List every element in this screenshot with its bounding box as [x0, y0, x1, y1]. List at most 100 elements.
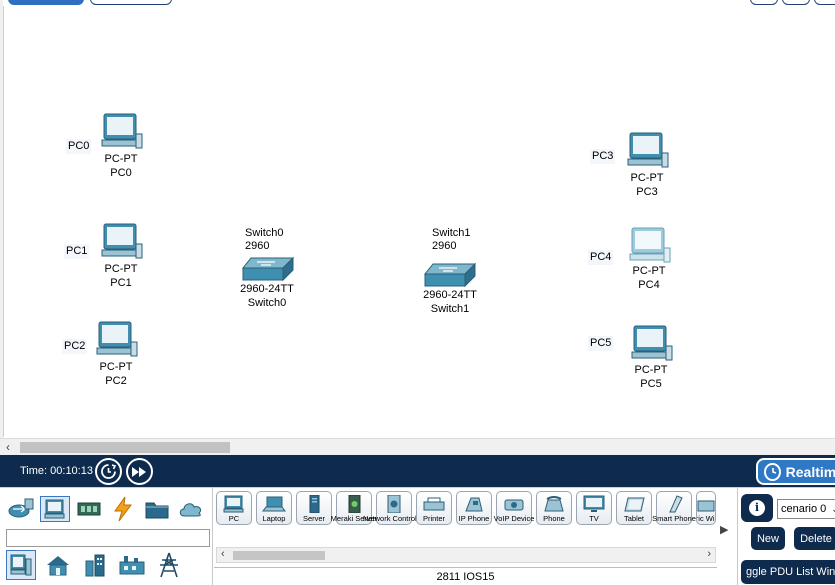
device-pc[interactable]: PC: [216, 491, 252, 525]
clock-icon: [764, 462, 781, 481]
realtime-label: Realtime: [785, 463, 835, 480]
toolbar-button-c[interactable]: [814, 0, 835, 5]
category-network-devices[interactable]: [6, 496, 36, 522]
scroll-left-arrow-icon[interactable]: ‹: [6, 440, 10, 454]
switch0-tag-line1: Switch0: [245, 227, 284, 239]
smart-phone-icon: [669, 495, 683, 513]
pc1-tag: PC1: [64, 244, 90, 259]
device-network-controller[interactable]: Network Controller: [363, 491, 425, 525]
building-icon: [85, 554, 105, 577]
delete-scenario-button[interactable]: Delete: [794, 527, 835, 550]
device-phone[interactable]: Phone: [536, 491, 572, 525]
pc3-icon[interactable]: [626, 131, 670, 171]
pc5-caption: PC-PT PC5: [616, 363, 686, 391]
generic-wireless-icon: [697, 500, 715, 512]
device-scroll-left-icon[interactable]: ‹: [221, 548, 225, 560]
pc0-icon[interactable]: [100, 112, 144, 152]
physical-view-tab[interactable]: [90, 0, 172, 5]
printer-icon: [423, 497, 445, 511]
pc2-name: PC2: [105, 375, 127, 387]
device-laptop-label: Laptop: [262, 514, 286, 523]
switch0-tag: Switch0 2960: [243, 226, 286, 254]
pc4-tag: PC4: [588, 250, 614, 265]
end-devices-icon: [44, 499, 65, 519]
power-tower-icon: [160, 552, 178, 578]
toggle-pdu-list-button[interactable]: ggle PDU List Window: [741, 560, 835, 584]
logical-workspace[interactable]: PC0 PC-PT PC0 PC1 PC-PT PC1 PC2 PC-PT PC…: [3, 6, 835, 437]
folder-icon: [145, 502, 169, 519]
meraki-server-icon: [348, 495, 361, 513]
device-subcategory-row: [6, 550, 184, 580]
device-list: PC Laptop Server Meraki Server Network C…: [216, 491, 716, 525]
pc5-tag: PC5: [588, 336, 614, 351]
power-cycle-button[interactable]: [95, 458, 122, 485]
device-generic-wireless[interactable]: Generic Wireless: [696, 491, 716, 525]
device-search-box[interactable]: [6, 529, 210, 547]
subcategory-home[interactable]: [43, 550, 73, 580]
pc4-name: PC4: [638, 279, 660, 291]
device-phone-label: Phone: [543, 514, 565, 523]
device-selection-panel: PC Laptop Server Meraki Server Network C…: [0, 487, 835, 585]
subcategory-industrial[interactable]: [117, 550, 147, 580]
components-icon: [77, 502, 101, 516]
subcategory-smart-city[interactable]: [80, 550, 110, 580]
category-multiuser[interactable]: [176, 496, 206, 522]
switch1-name: Switch1: [430, 303, 470, 315]
category-components[interactable]: [74, 496, 104, 522]
device-voip-device[interactable]: VoIP Device: [494, 491, 534, 525]
pc5-name: PC5: [640, 378, 662, 390]
device-printer[interactable]: Printer: [416, 491, 452, 525]
toolbar-button-a[interactable]: [750, 0, 778, 5]
device-server[interactable]: Server: [296, 491, 332, 525]
pc3-tag: PC3: [590, 149, 616, 164]
device-smart-phone[interactable]: Smart Phone: [652, 491, 696, 525]
scroll-thumb[interactable]: [20, 442, 230, 453]
pc4-icon[interactable]: [628, 226, 672, 266]
switch1-tag: Switch1 2960: [430, 226, 473, 254]
workspace-horizontal-scrollbar[interactable]: ‹: [0, 438, 835, 455]
pc2-model: PC-PT: [99, 361, 133, 373]
server-icon: [309, 495, 320, 513]
subcategory-power-grid[interactable]: [154, 550, 184, 580]
phone-icon: [544, 496, 564, 512]
device-list-scrollbar[interactable]: ‹ ›: [216, 547, 716, 563]
pc2-icon[interactable]: [95, 320, 139, 360]
scenario-info-button[interactable]: i: [741, 494, 773, 522]
pc1-model: PC-PT: [104, 263, 138, 275]
subcategory-end-devices[interactable]: [6, 550, 36, 580]
pc2-caption: PC-PT PC2: [81, 360, 151, 388]
device-tablet[interactable]: Tablet: [616, 491, 652, 525]
category-connections[interactable]: [108, 496, 138, 522]
fast-forward-button[interactable]: [126, 458, 153, 485]
device-tv[interactable]: TV: [576, 491, 612, 525]
device-ip-phone-label: IP Phone: [458, 514, 490, 523]
tv-icon: [583, 495, 605, 512]
device-tablet-label: Tablet: [623, 514, 644, 523]
device-category-row: [6, 496, 206, 522]
category-end-devices[interactable]: [40, 496, 70, 522]
device-ip-phone[interactable]: IP Phone: [456, 491, 492, 525]
panel-expand-arrow-icon[interactable]: ▶: [720, 523, 728, 536]
pc2-tag: PC2: [62, 339, 88, 354]
realtime-mode-button[interactable]: Realtime: [756, 458, 835, 485]
device-scroll-thumb[interactable]: [233, 551, 325, 560]
logical-view-tab[interactable]: [8, 0, 84, 5]
panel-divider-left: [212, 488, 213, 585]
device-laptop[interactable]: Laptop: [256, 491, 292, 525]
new-scenario-button[interactable]: New: [751, 527, 785, 550]
packet-tracer-window: PC0 PC-PT PC0 PC1 PC-PT PC1 PC2 PC-PT PC…: [0, 0, 835, 585]
device-scroll-right-icon[interactable]: ›: [707, 548, 711, 560]
scenario-select[interactable]: cenario 0 ⌄: [777, 499, 835, 519]
scenario-value: cenario 0: [781, 503, 827, 515]
switch1-tag-line1: Switch1: [432, 227, 471, 239]
industrial-icon: [119, 556, 145, 575]
pc1-name: PC1: [110, 277, 132, 289]
toolbar-button-b[interactable]: [782, 0, 810, 5]
time-label: Time: 00:10:13: [20, 465, 93, 477]
pc5-icon[interactable]: [630, 324, 674, 364]
pc3-caption: PC-PT PC3: [612, 171, 682, 199]
category-miscellaneous[interactable]: [142, 496, 172, 522]
pc1-icon[interactable]: [100, 222, 144, 262]
device-server-label: Server: [302, 514, 326, 523]
switch0-tag-line2: 2960: [245, 240, 270, 252]
